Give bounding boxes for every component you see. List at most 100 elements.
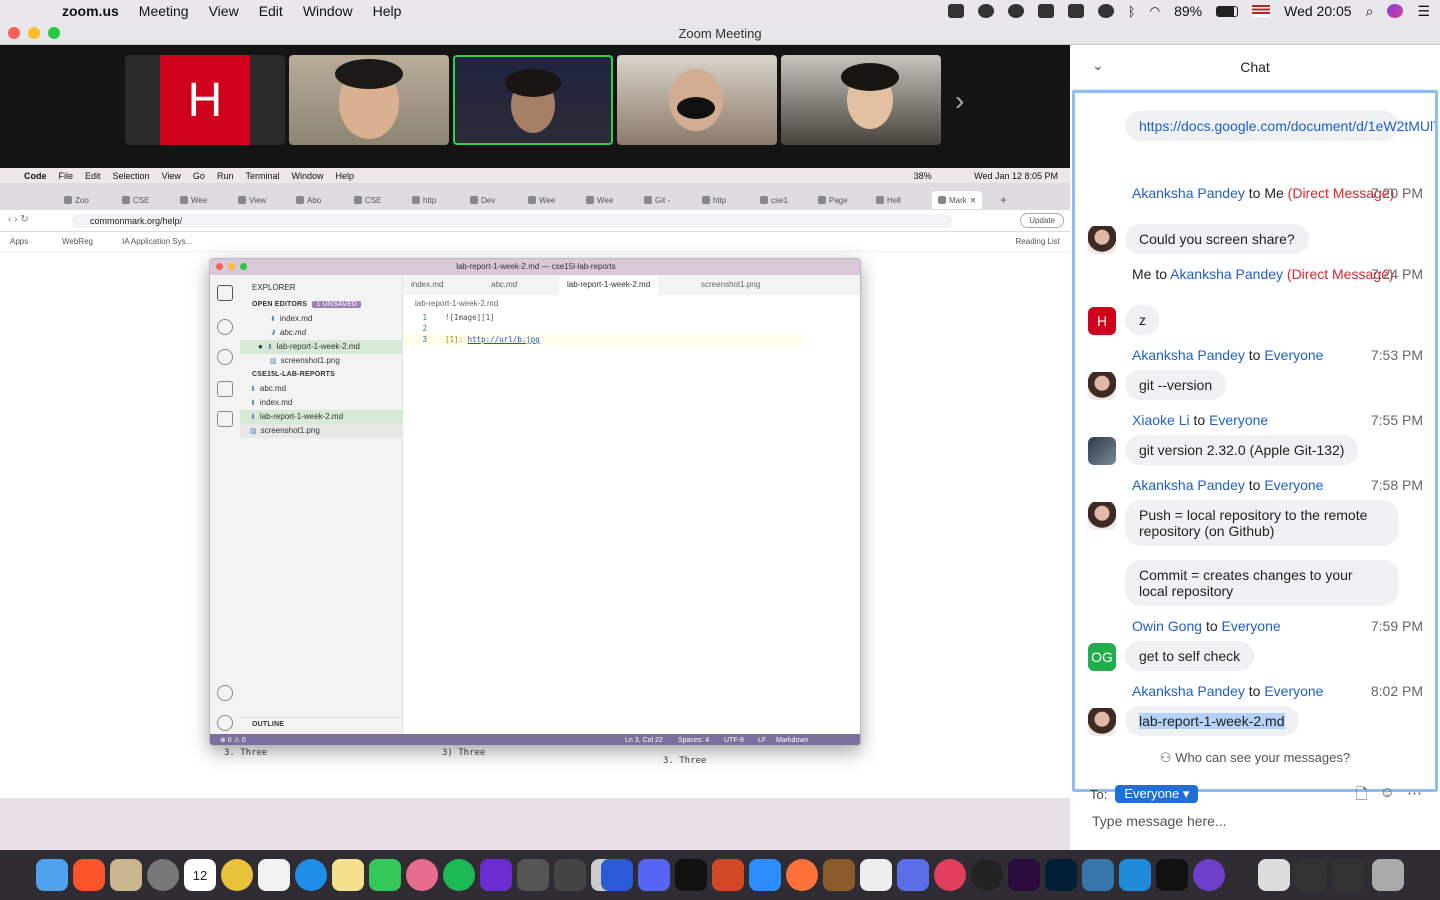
time-machine-icon[interactable]	[1097, 4, 1114, 18]
trash-icon[interactable]	[1372, 859, 1404, 891]
chat-message-bubble[interactable]: Could you screen share?	[1125, 224, 1309, 254]
bluetooth-icon[interactable]: ᛒ	[1128, 4, 1136, 19]
participant-avatar: H	[160, 55, 250, 145]
notes-icon[interactable]	[332, 859, 364, 891]
brave-browser-icon[interactable]	[73, 859, 105, 891]
menu-view[interactable]: View	[209, 3, 239, 19]
input-source-flag-icon[interactable]	[1252, 5, 1271, 17]
app-icon[interactable]	[971, 859, 1003, 891]
browser-tab: Page	[818, 191, 848, 209]
battery-icon[interactable]	[1216, 5, 1239, 17]
zip-file-icon[interactable]	[1258, 859, 1290, 891]
file-name: abc.md	[279, 328, 307, 337]
photoshop-icon[interactable]	[1045, 859, 1077, 891]
participant-hair	[505, 69, 561, 97]
tab-label: CSE	[365, 195, 382, 205]
spotlight-search-icon[interactable]: ⌕	[1366, 3, 1374, 20]
markdown-file-icon: ⬇	[270, 330, 276, 337]
line-text: [1]: http://url/b.jpg	[445, 334, 540, 345]
chat-message-bubble[interactable]: git version 2.32.0 (Apple Git-132)	[1125, 435, 1359, 465]
app-icon[interactable]	[517, 859, 549, 891]
who-can-see-link[interactable]: ⚇ Who can see your messages?	[1070, 750, 1440, 766]
screenshot-icon[interactable]	[1295, 859, 1327, 891]
control-center-icon[interactable]: ☰	[1417, 3, 1430, 20]
terminal-icon[interactable]	[675, 859, 707, 891]
malwarebytes-icon[interactable]	[1067, 4, 1084, 18]
spotify-icon[interactable]	[443, 859, 475, 891]
imovie-icon[interactable]	[480, 859, 512, 891]
vscode-activity-bar	[210, 275, 240, 734]
sender-name[interactable]: Akanksha Pandey	[1132, 347, 1245, 363]
sender-name[interactable]: Xiaoke Li	[1132, 412, 1190, 428]
discord-icon[interactable]	[638, 859, 670, 891]
python-icon[interactable]	[1082, 859, 1114, 891]
photos-icon[interactable]	[406, 859, 438, 891]
open-editor-item-active: ● ⬇ lab-report-1-week-2.md	[240, 340, 403, 354]
participant-video-tile-active-speaker[interactable]	[453, 55, 613, 145]
piano-icon[interactable]	[860, 859, 892, 891]
chat-message-bubble[interactable]: git --version	[1125, 370, 1227, 400]
reminders-icon[interactable]	[258, 859, 290, 891]
launchpad-rocket-icon[interactable]	[147, 859, 179, 891]
powerpoint-icon[interactable]	[712, 859, 744, 891]
facetime-icon[interactable]	[369, 859, 401, 891]
chat-message-bubble[interactable]: z	[1125, 305, 1160, 335]
premiere-pro-icon[interactable]	[1008, 859, 1040, 891]
participant-tile-h[interactable]: H	[125, 55, 285, 145]
intellij-icon[interactable]	[1156, 859, 1188, 891]
menubar-clock[interactable]: Wed 20:05	[1284, 3, 1351, 19]
safari-icon[interactable]	[295, 859, 327, 891]
recipient-name[interactable]: Akanksha Pandey	[1170, 266, 1283, 282]
chat-message-bubble[interactable]: get to self check	[1125, 641, 1255, 671]
vscode-icon[interactable]	[1119, 859, 1151, 891]
menu-edit[interactable]: Edit	[259, 3, 283, 19]
browser-tab: http	[412, 191, 436, 209]
sender-name[interactable]: Akanksha Pandey	[1132, 185, 1245, 201]
sender-name[interactable]: Akanksha Pandey	[1132, 477, 1245, 493]
wifi-icon[interactable]: ◠	[1150, 4, 1160, 18]
selected-text[interactable]: lab-report-1-week-2.md	[1139, 713, 1285, 729]
menu-app-name[interactable]: zoom.us	[62, 3, 119, 19]
siri-icon[interactable]	[1387, 4, 1404, 18]
participant-video-tile[interactable]	[289, 55, 449, 145]
chat-message-input[interactable]: Type message here...	[1092, 813, 1227, 829]
finder-icon[interactable]	[36, 859, 68, 891]
word-icon[interactable]	[601, 859, 633, 891]
github-desktop-icon[interactable]	[1193, 859, 1225, 891]
more-icon[interactable]: ⋯	[1407, 784, 1422, 809]
image-file-icon: ▨	[270, 358, 277, 365]
garageband-icon[interactable]	[823, 859, 855, 891]
chrome-icon[interactable]	[221, 859, 253, 891]
file-icon[interactable]: 🗋	[1356, 784, 1368, 809]
recipient-dropdown[interactable]: Everyone ▾	[1115, 785, 1199, 803]
screenshot-icon[interactable]	[1332, 859, 1364, 891]
calendar-icon[interactable]: 12	[184, 859, 216, 891]
preview-icon[interactable]	[110, 859, 142, 891]
vpn-icon[interactable]	[977, 4, 994, 18]
app-icon[interactable]	[554, 859, 586, 891]
screen-sharing-icon[interactable]	[897, 859, 929, 891]
next-participants-chevron-icon[interactable]: ›	[955, 85, 964, 117]
chat-message-bubble[interactable]: Push = local repository to the remote re…	[1125, 500, 1399, 546]
zoom-icon[interactable]	[749, 859, 781, 891]
sender-name[interactable]: Akanksha Pandey	[1132, 683, 1245, 699]
participant-video-tile[interactable]	[781, 55, 941, 145]
creative-cloud-icon[interactable]	[934, 859, 966, 891]
vscode-editor: index.md abc.md lab-report-1-week-2.md s…	[403, 275, 860, 734]
participant-video-tile[interactable]	[617, 55, 777, 145]
zoom-status-icon[interactable]	[947, 4, 964, 18]
chat-message-list[interactable]: https://docs.google.com/document/d/1eW2t…	[1072, 90, 1438, 792]
message-time: 7:59 PM	[1370, 618, 1423, 634]
chat-message-bubble[interactable]: Commit = creates changes to your local r…	[1125, 560, 1399, 606]
chat-message-bubble[interactable]: https://docs.google.com/document/d/1eW2t…	[1125, 111, 1435, 141]
notification-icon[interactable]	[1037, 4, 1054, 18]
firefox-icon[interactable]	[786, 859, 818, 891]
sender-name[interactable]: Owin Gong	[1132, 618, 1202, 634]
emoji-icon[interactable]: ☺	[1380, 784, 1395, 809]
menu-window[interactable]: Window	[303, 3, 353, 19]
menu-help[interactable]: Help	[373, 3, 402, 19]
creative-cloud-icon[interactable]	[1007, 4, 1024, 18]
chat-message-bubble[interactable]: lab-report-1-week-2.md	[1125, 706, 1299, 736]
bookmarks-bar: Apps WebReg IA Application Sys... Readin…	[0, 232, 1070, 252]
menu-meeting[interactable]: Meeting	[139, 3, 189, 19]
